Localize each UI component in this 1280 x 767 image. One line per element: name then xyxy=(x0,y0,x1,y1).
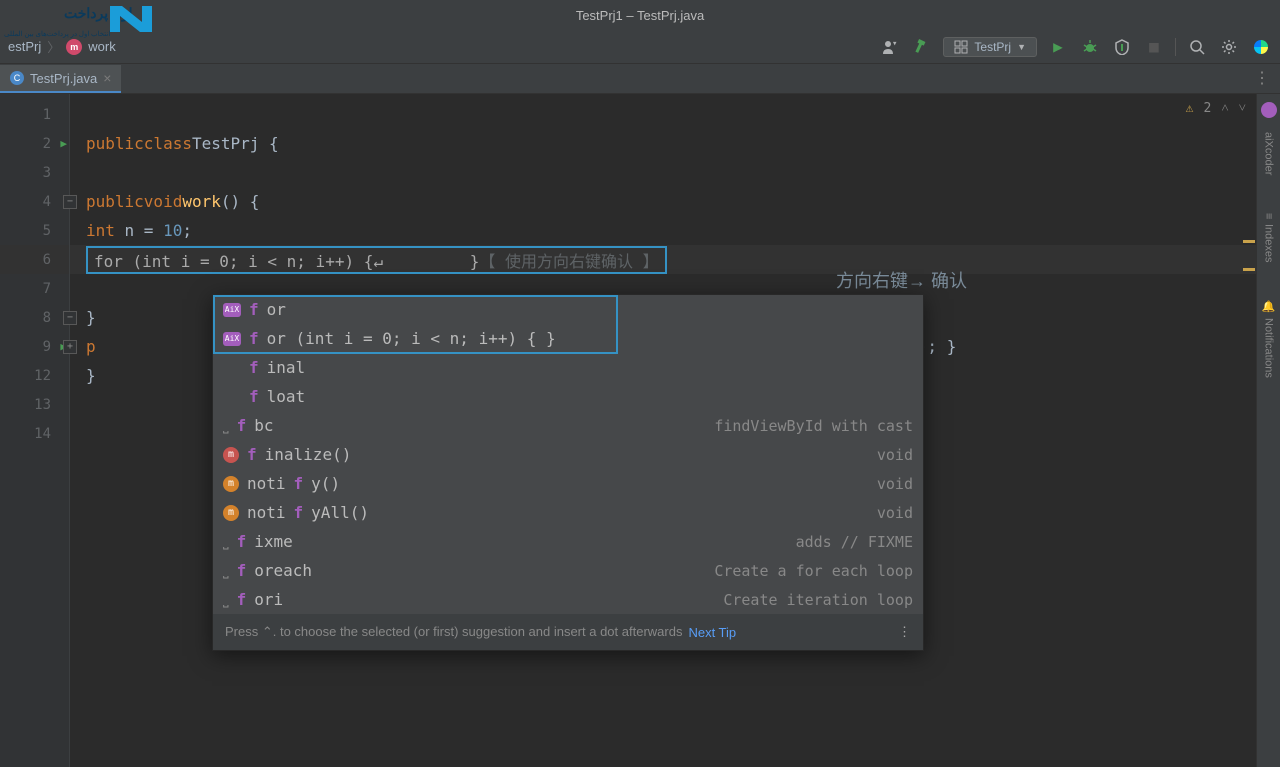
close-icon[interactable]: × xyxy=(103,70,111,86)
debug-button[interactable] xyxy=(1079,36,1101,58)
rail-indexes[interactable]: ≡Indexes xyxy=(1263,207,1275,268)
completion-item[interactable]: AiXfor xyxy=(213,295,923,324)
run-button[interactable]: ▶ xyxy=(1047,36,1069,58)
completion-popup: AiXforAiXfor (int i = 0; i < n; i++) { }… xyxy=(212,294,924,651)
tab-menu-icon[interactable]: ⋮ xyxy=(1244,62,1280,93)
editor: 1 2▶ 3 4− 5 6 7 8− 9▶+ 12 13 14 public c… xyxy=(0,94,1280,767)
completion-item[interactable]: AiXfor (int i = 0; i < n; i++) { } xyxy=(213,324,923,353)
completion-item[interactable]: mnotify()void xyxy=(213,469,923,498)
line-number: 4− xyxy=(0,187,69,216)
warning-marker[interactable] xyxy=(1243,268,1255,271)
line-number: 14 xyxy=(0,419,69,448)
separator xyxy=(1175,38,1176,56)
chevron-up-icon[interactable]: ˄ xyxy=(1221,100,1228,116)
tab-testprj[interactable]: C TestPrj.java × xyxy=(0,65,121,93)
line-number: 13 xyxy=(0,390,69,419)
line-number: 3 xyxy=(0,158,69,187)
code-area[interactable]: public class TestPrj { public void work(… xyxy=(70,94,1280,767)
line-number: 7 xyxy=(0,274,69,303)
stop-button[interactable]: ■ xyxy=(1143,36,1165,58)
line-number: 9▶+ xyxy=(0,332,69,361)
footer-hint: Press ⌃. to choose the selected (or firs… xyxy=(225,624,682,640)
editor-tabs: C TestPrj.java × ⋮ xyxy=(0,64,1280,94)
bell-icon: 🔔 xyxy=(1262,300,1275,313)
popup-footer: Press ⌃. to choose the selected (or firs… xyxy=(213,614,923,650)
completion-item[interactable]: mnotifyAll()void xyxy=(213,498,923,527)
chevron-down-icon: ▼ xyxy=(1017,42,1026,52)
svg-text:▾: ▾ xyxy=(892,39,897,49)
line-number: 1 xyxy=(0,100,69,129)
gear-icon[interactable] xyxy=(1218,36,1240,58)
run-configuration-dropdown[interactable]: TestPrj ▼ xyxy=(943,37,1037,57)
completion-item[interactable]: ⎵foriCreate iteration loop xyxy=(213,585,923,614)
rail-aixcoder[interactable]: aiXcoder xyxy=(1263,126,1275,181)
right-tool-rail: aiXcoder ≡Indexes 🔔Notifications xyxy=(1256,94,1280,767)
completion-item[interactable]: ⎵fbcfindViewById with cast xyxy=(213,411,923,440)
window-title: TestPrj1 – TestPrj.java xyxy=(576,8,704,23)
rail-notifications[interactable]: 🔔Notifications xyxy=(1262,294,1275,383)
run-gutter-icon[interactable]: ▶ xyxy=(60,137,67,150)
run-config-name: TestPrj xyxy=(974,40,1011,54)
inspection-widget[interactable]: ⚠ 2 ˄ ˅ xyxy=(1186,100,1246,116)
completion-item[interactable]: final xyxy=(213,353,923,382)
aixcoder-icon[interactable] xyxy=(1261,102,1277,118)
grid-icon xyxy=(954,40,968,54)
toolbar: ▾ TestPrj ▼ ▶ ■ xyxy=(879,36,1272,58)
watermark-logo: اول پرداختانتخاب اول در پرداخت‌های بین ا… xyxy=(2,2,152,44)
inline-suggestion: for (int i = 0; i < n; i++) {↵ }【 使用方向右键… xyxy=(86,246,667,274)
coverage-button[interactable] xyxy=(1111,36,1133,58)
breadcrumb-bar: estPrj 〉 m work ▾ TestPrj ▼ ▶ ■ xyxy=(0,30,1280,64)
list-icon: ≡ xyxy=(1263,213,1275,219)
warning-icon: ⚠ xyxy=(1186,101,1194,116)
jetbrains-icon[interactable] xyxy=(1250,36,1272,58)
line-number: 5 xyxy=(0,216,69,245)
class-icon: C xyxy=(10,71,24,85)
completion-item[interactable]: ⎵foreachCreate a for each loop xyxy=(213,556,923,585)
line-number: 6 xyxy=(0,245,69,274)
warning-count: 2 xyxy=(1203,101,1211,116)
menu-icon[interactable]: ⋮ xyxy=(898,624,911,640)
tab-label: TestPrj.java xyxy=(30,71,97,86)
completion-item[interactable]: ⎵fixmeadds // FIXME xyxy=(213,527,923,556)
hammer-icon[interactable] xyxy=(911,36,933,58)
chevron-down-icon[interactable]: ˅ xyxy=(1239,100,1246,116)
line-number: 12 xyxy=(0,361,69,390)
title-bar: TestPrj1 – TestPrj.java xyxy=(0,0,1280,30)
next-tip-link[interactable]: Next Tip xyxy=(688,625,736,640)
warning-marker[interactable] xyxy=(1243,240,1255,243)
line-number: 8− xyxy=(0,303,69,332)
completion-item[interactable]: float xyxy=(213,382,923,411)
svg-text:انتخاب اول در پرداخت‌های بین ا: انتخاب اول در پرداخت‌های بین المللی xyxy=(4,30,110,38)
annotation-right-arrow: 方向右键→ 确认 xyxy=(836,267,967,293)
completion-item[interactable]: mfinalize()void xyxy=(213,440,923,469)
user-icon[interactable]: ▾ xyxy=(879,36,901,58)
gutter: 1 2▶ 3 4− 5 6 7 8− 9▶+ 12 13 14 xyxy=(0,94,70,767)
line-number: 2▶ xyxy=(0,129,69,158)
search-icon[interactable] xyxy=(1186,36,1208,58)
